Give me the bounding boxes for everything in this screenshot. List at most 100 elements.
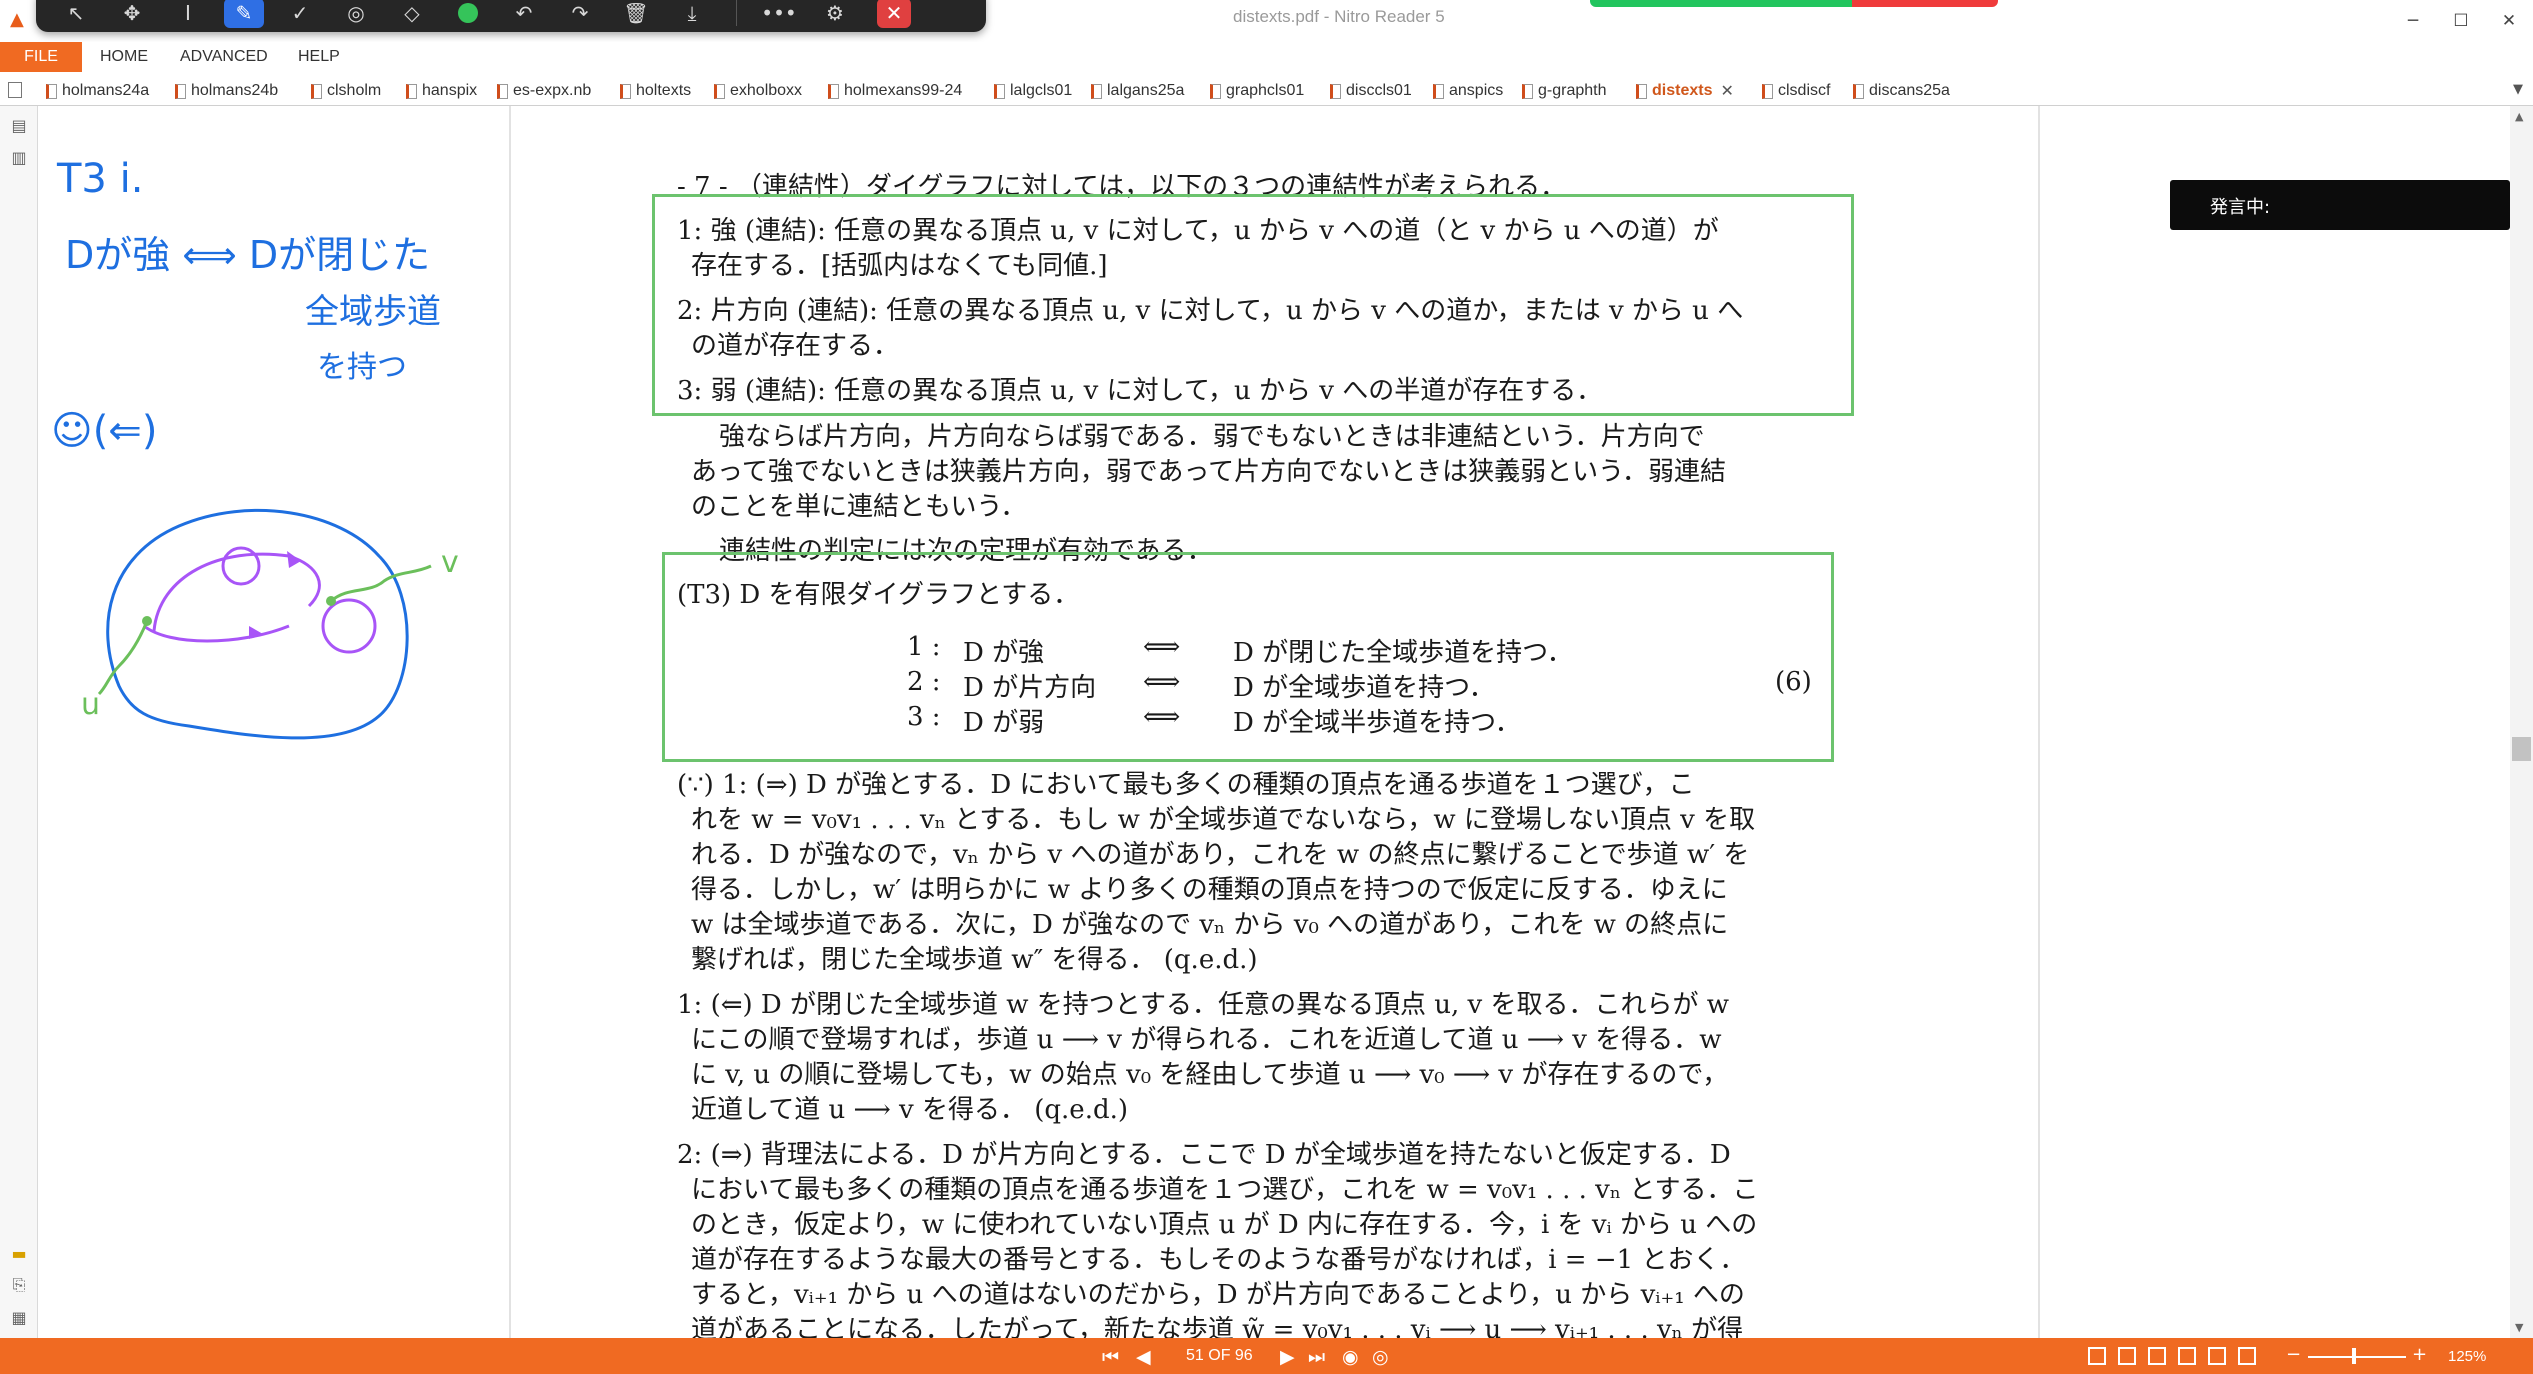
pdf-file-icon bbox=[1210, 83, 1221, 99]
theorem-row3-rhs: D が全域半歩道を持つ． bbox=[1233, 708, 1521, 738]
tab-disccls01[interactable]: disccls01 bbox=[1330, 80, 1412, 102]
attachments-panel-icon[interactable]: ⎘ bbox=[9, 1274, 29, 1296]
note-spanning-walk: 全域歩道 bbox=[305, 292, 441, 332]
next-view-icon[interactable]: ◎ bbox=[1372, 1346, 1389, 1368]
proof2-line4: 近道して道 u ⟶ v を得る． (q.e.d.) bbox=[691, 1095, 1129, 1125]
minimize-button[interactable]: ─ bbox=[2389, 0, 2437, 42]
pointer-tool-icon[interactable]: ↖ bbox=[56, 0, 96, 28]
single-page-view-icon[interactable] bbox=[2088, 1347, 2106, 1365]
theorem-row1-iff: ⟺ bbox=[1143, 632, 1181, 662]
pdf-file-icon bbox=[311, 83, 322, 99]
zoom-slider-thumb[interactable] bbox=[2352, 1348, 2356, 1364]
para1-line1: 強ならば片方向，片方向ならば弱である．弱でもないときは非連結という．片方向で bbox=[719, 422, 1705, 452]
maximize-button[interactable]: ☐ bbox=[2437, 0, 2485, 42]
trash-icon[interactable]: 🗑 bbox=[616, 0, 656, 28]
close-button[interactable]: ✕ bbox=[2485, 0, 2533, 42]
user-settings-icon[interactable]: ⚙ bbox=[815, 0, 855, 28]
document-tabs: holmans24a holmans24b clsholm hanspix es… bbox=[0, 74, 2533, 106]
previous-view-icon[interactable]: ◉ bbox=[1342, 1346, 1359, 1368]
tab-g-graphth[interactable]: g-graphth bbox=[1522, 80, 1607, 102]
proof3-line3: のとき，仮定より，w に使われていない頂点 u が D 内に存在する．今，i を… bbox=[691, 1210, 1758, 1240]
tabs-dropdown-icon[interactable]: ▼ bbox=[2513, 82, 2523, 97]
undo-icon[interactable]: ↶ bbox=[504, 0, 544, 28]
tab-discans25a[interactable]: discans25a bbox=[1853, 80, 1950, 102]
tab-holmexans99-24[interactable]: holmexans99-24 bbox=[828, 80, 962, 102]
tab-holmans24a[interactable]: holmans24a bbox=[46, 80, 149, 102]
tab-close-icon[interactable]: ✕ bbox=[1720, 81, 1733, 101]
pdf-file-icon bbox=[994, 83, 1005, 99]
vertical-scrollbar[interactable]: ▲ ▼ bbox=[2510, 106, 2533, 1338]
tab-es-expx[interactable]: es-expx.nb bbox=[497, 80, 591, 102]
color-picker-button[interactable] bbox=[448, 0, 488, 28]
pdf-file-icon bbox=[620, 83, 631, 99]
theorem-row1-num: 1 : bbox=[907, 632, 941, 662]
theorem-row3-lhs: D が弱 bbox=[963, 708, 1045, 738]
scroll-down-icon[interactable]: ▼ bbox=[2515, 1321, 2523, 1334]
facing-view-icon[interactable] bbox=[2148, 1347, 2166, 1365]
digraph-edge-top bbox=[152, 552, 321, 632]
fit-width-icon[interactable] bbox=[2238, 1347, 2256, 1365]
facing-continuous-view-icon[interactable] bbox=[2178, 1347, 2196, 1365]
digraph-loop-right bbox=[321, 598, 377, 654]
proof1-line3: れる．D が強なので，vₙ から v への道があり，これを w の終点に繋げるこ… bbox=[691, 840, 1750, 870]
pen-tool-icon[interactable]: ✎ bbox=[224, 0, 264, 28]
advanced-menu[interactable]: ADVANCED bbox=[180, 48, 268, 66]
comments-panel-icon[interactable]: ▬ bbox=[9, 1242, 29, 1264]
tab-anspics[interactable]: anspics bbox=[1433, 80, 1503, 102]
home-menu[interactable]: HOME bbox=[100, 48, 148, 66]
scroll-up-icon[interactable]: ▲ bbox=[2515, 110, 2523, 123]
tab-holmans24b[interactable]: holmans24b bbox=[175, 80, 278, 102]
fit-page-icon[interactable] bbox=[2208, 1347, 2226, 1365]
pdf-file-icon bbox=[1433, 83, 1444, 99]
eraser-tool-icon[interactable]: ◇ bbox=[392, 0, 432, 28]
scroll-thumb[interactable] bbox=[2512, 737, 2531, 761]
tab-lalgcls01[interactable]: lalgcls01 bbox=[994, 80, 1072, 102]
continuous-view-icon[interactable] bbox=[2118, 1347, 2136, 1365]
shape-tool-icon[interactable]: ◎ bbox=[336, 0, 376, 28]
bookmarks-panel-icon[interactable]: ▥ bbox=[9, 146, 29, 168]
more-options-icon[interactable]: ••• bbox=[759, 0, 799, 28]
output-panel-icon[interactable]: ▦ bbox=[9, 1306, 29, 1328]
pdf-file-icon bbox=[497, 83, 508, 99]
previous-page-icon[interactable]: ◀ bbox=[1136, 1346, 1151, 1368]
speaking-indicator: 発言中: bbox=[2170, 180, 2510, 230]
tab-exholboxx[interactable]: exholboxx bbox=[714, 80, 802, 102]
zoom-level[interactable]: 125% bbox=[2448, 1348, 2486, 1365]
pages-panel-icon[interactable]: ▤ bbox=[9, 114, 29, 136]
last-page-icon[interactable]: ⏭ bbox=[1308, 1346, 1325, 1368]
meeting-bar-red[interactable] bbox=[1852, 0, 1998, 7]
pdf-file-icon bbox=[1636, 83, 1647, 99]
tab-graphcls01[interactable]: graphcls01 bbox=[1210, 80, 1304, 102]
tab-clsdiscf[interactable]: clsdiscf bbox=[1762, 80, 1830, 102]
tab-holtexts[interactable]: holtexts bbox=[620, 80, 691, 102]
next-page-icon[interactable]: ▶ bbox=[1280, 1346, 1295, 1368]
def-strong-line2: 存在する．[括弧内はなくても同値.] bbox=[691, 251, 1108, 281]
proof1-line4: 得る．しかし，w′ は明らかに w より多くの種類の頂点を持つので仮定に反する．… bbox=[691, 875, 1728, 905]
check-tool-icon[interactable]: ✓ bbox=[280, 0, 320, 28]
pdf-file-icon bbox=[1522, 83, 1533, 99]
note-has: を持つ bbox=[317, 350, 407, 385]
hand-drawn-digraph: u v bbox=[81, 508, 459, 740]
theorem-row3-num: 3 : bbox=[907, 702, 941, 732]
zoom-in-button[interactable]: + bbox=[2412, 1344, 2427, 1365]
help-menu[interactable]: HELP bbox=[298, 48, 340, 66]
zoom-slider[interactable] bbox=[2308, 1356, 2406, 1358]
document-list-icon[interactable] bbox=[8, 82, 22, 98]
file-menu[interactable]: FILE bbox=[0, 42, 82, 72]
ribbon-menu: FILE HOME ADVANCED HELP bbox=[0, 42, 2533, 72]
text-cursor-tool-icon[interactable]: I bbox=[168, 0, 208, 28]
pdf-file-icon bbox=[828, 83, 839, 99]
green-color-swatch bbox=[458, 3, 478, 23]
first-page-icon[interactable]: ⏮ bbox=[1102, 1346, 1119, 1368]
close-toolbar-icon[interactable]: ✕ bbox=[877, 0, 911, 28]
meeting-bar-green[interactable] bbox=[1590, 0, 1852, 7]
page-indicator[interactable]: 51 OF 96 bbox=[1186, 1347, 1253, 1365]
zoom-out-button[interactable]: − bbox=[2286, 1344, 2301, 1365]
tab-lalgans25a[interactable]: lalgans25a bbox=[1091, 80, 1184, 102]
tab-hanspix[interactable]: hanspix bbox=[406, 80, 477, 102]
download-icon[interactable]: ⤓ bbox=[672, 0, 712, 28]
tab-clsholm[interactable]: clsholm bbox=[311, 80, 381, 102]
tab-distexts[interactable]: distexts ✕ bbox=[1636, 80, 1734, 102]
redo-icon[interactable]: ↷ bbox=[560, 0, 600, 28]
move-tool-icon[interactable]: ✥ bbox=[112, 0, 152, 28]
